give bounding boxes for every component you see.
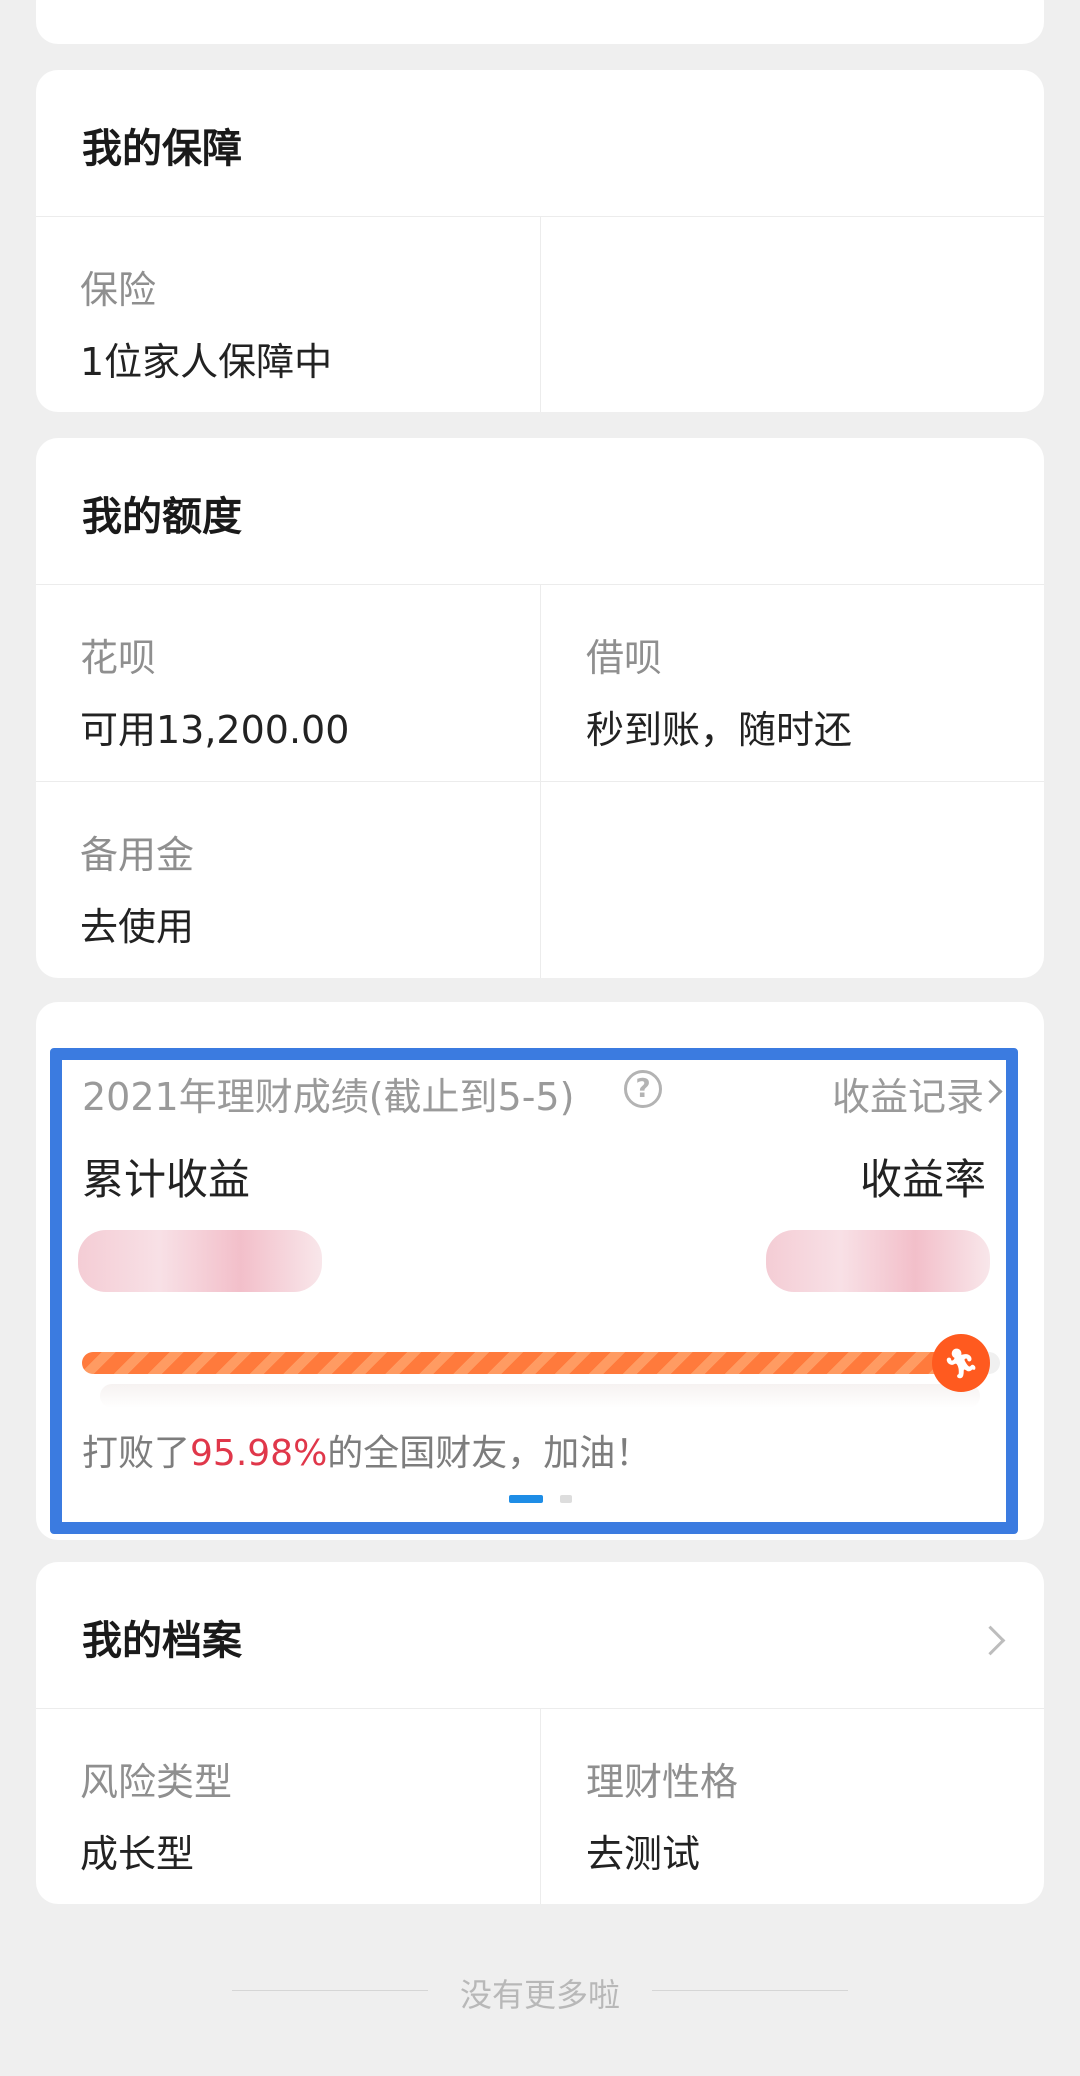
reserve-cell[interactable]: 备用金 去使用 (36, 782, 540, 978)
progress-fill (82, 1352, 972, 1374)
divider (540, 216, 541, 412)
reserve-label: 备用金 (80, 833, 195, 877)
reserve-value: 去使用 (80, 905, 195, 949)
credit-card: 我的额度 花呗 可用13,200.00 借呗 秒到账，随时还 备用金 去使用 (36, 438, 1044, 978)
page-indicator-active (509, 1495, 543, 1503)
cumulative-earnings-label: 累计收益 (82, 1155, 251, 1204)
cumulative-earnings-value-masked (78, 1230, 322, 1292)
credit-title: 我的额度 (82, 494, 242, 540)
page-indicator (560, 1495, 572, 1503)
ranking-suffix: 的全国财友，加油！ (327, 1433, 652, 1474)
earnings-rate-label: 收益率 (859, 1155, 986, 1204)
question-circle-icon[interactable]: ? (624, 1070, 662, 1108)
risk-type-value: 成长型 (80, 1832, 195, 1876)
protection-title: 我的保障 (82, 126, 242, 172)
jiebei-label: 借呗 (586, 636, 663, 680)
insurance-cell[interactable]: 保险 1位家人保障中 (36, 217, 540, 412)
risk-type-cell[interactable]: 风险类型 成长型 (36, 1709, 540, 1904)
ranking-text: 打败了95.98%的全国财友，加油！ (82, 1424, 651, 1476)
archive-title: 我的档案 (82, 1618, 242, 1664)
insurance-label: 保险 (80, 268, 157, 312)
top-partial-card (36, 0, 1044, 44)
jiebei-cell[interactable]: 借呗 秒到账，随时还 (541, 585, 1044, 781)
insurance-value: 1位家人保障中 (80, 340, 333, 384)
archive-header[interactable]: 我的档案 (36, 1562, 1044, 1708)
huabei-value: 可用13,200.00 (80, 708, 350, 752)
personality-cell[interactable]: 理财性格 去测试 (541, 1709, 1044, 1904)
earnings-rate-value-masked (766, 1230, 990, 1292)
runner-icon: 🏃︎ (932, 1334, 990, 1392)
huabei-label: 花呗 (80, 636, 157, 680)
jiebei-value: 秒到账，随时还 (586, 708, 853, 752)
risk-type-label: 风险类型 (80, 1760, 233, 1804)
personality-value: 去测试 (586, 1832, 701, 1876)
protection-card: 我的保障 保险 1位家人保障中 (36, 70, 1044, 412)
chevron-right-icon (975, 1625, 1006, 1656)
ranking-prefix: 打败了 (82, 1433, 191, 1474)
wealth-title: 2021年理财成绩(截止到5-5) (82, 1075, 575, 1119)
footer-no-more-text: 没有更多啦 (459, 1976, 620, 2014)
huabei-cell[interactable]: 花呗 可用13,200.00 (36, 585, 540, 781)
personality-label: 理财性格 (586, 1760, 739, 1804)
ranking-percent: 95.98% (190, 1433, 328, 1474)
earnings-records-link[interactable]: 收益记录 (832, 1066, 984, 1121)
archive-card: 我的档案 风险类型 成长型 理财性格 去测试 (36, 1562, 1044, 1904)
progress-shadow (100, 1384, 980, 1408)
